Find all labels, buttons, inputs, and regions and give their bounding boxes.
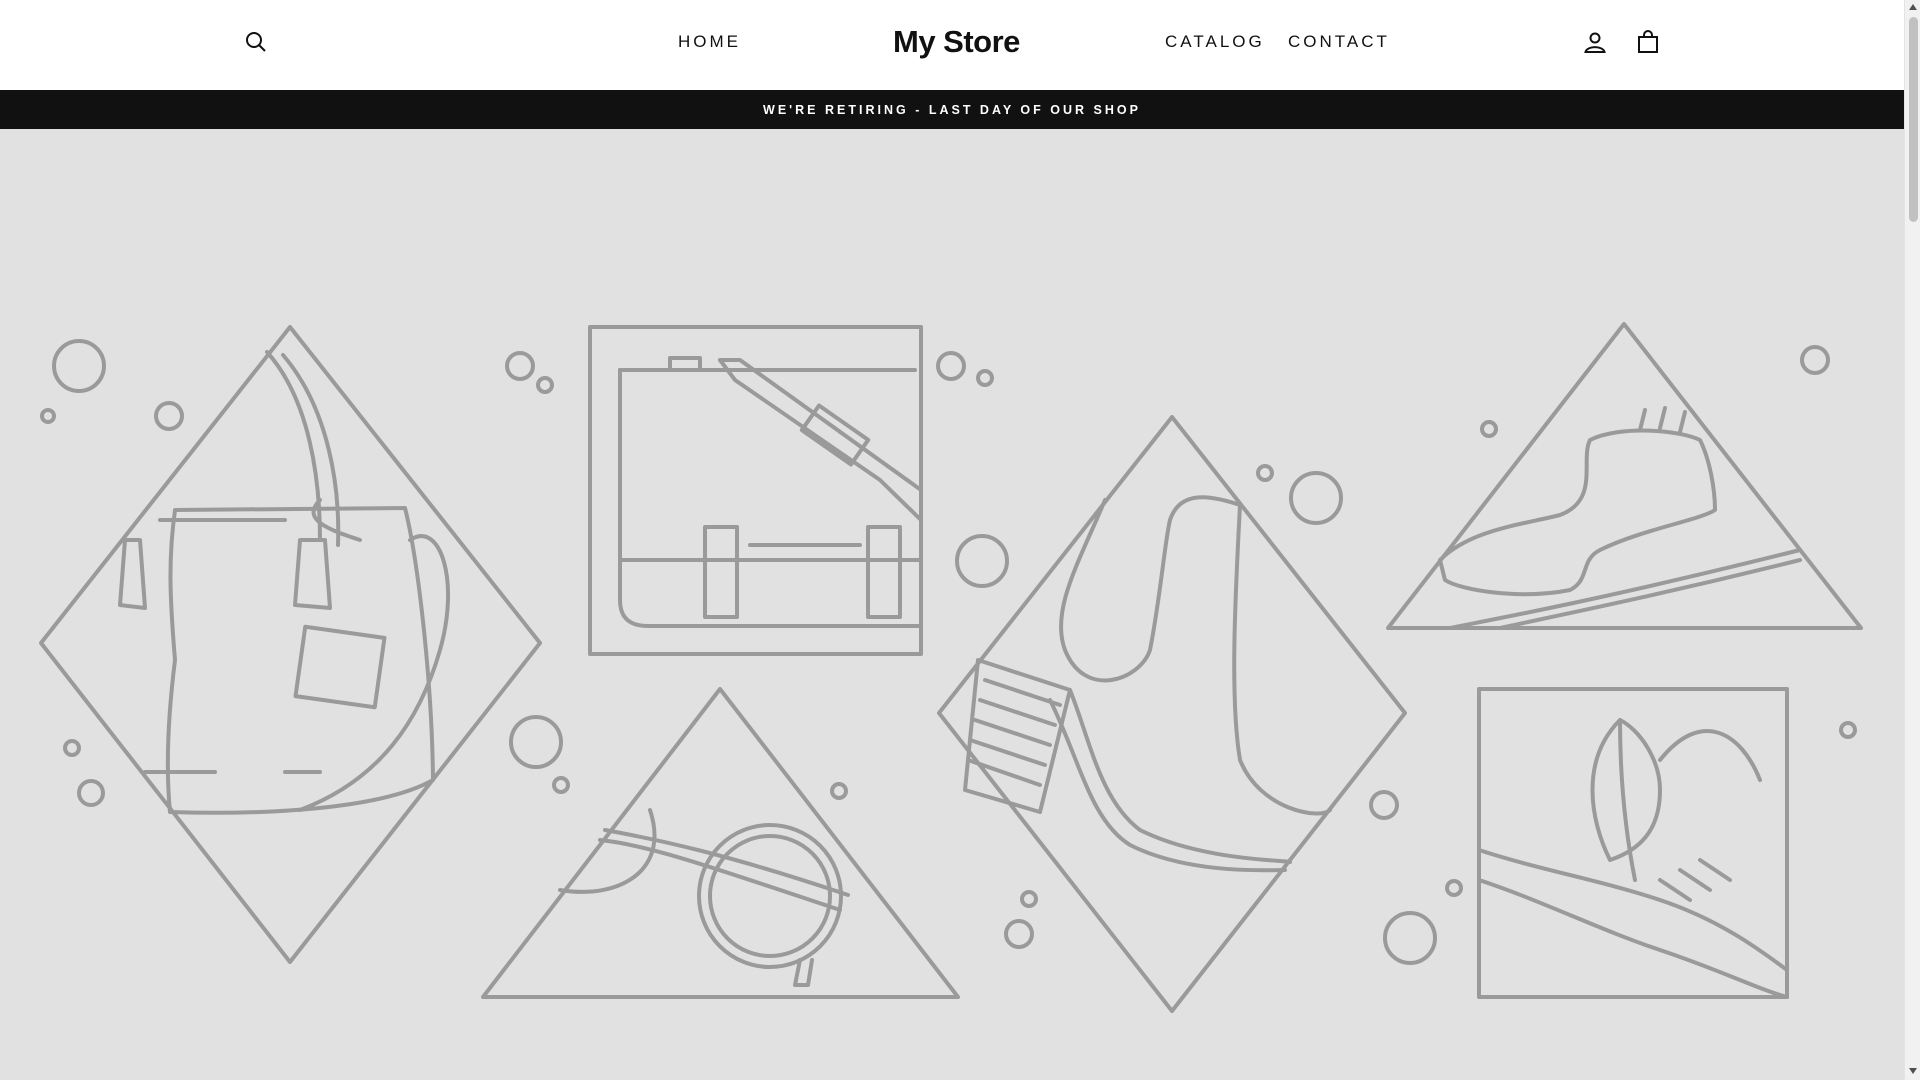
boot-icon [937, 415, 1407, 1013]
sunglasses-icon [481, 687, 960, 999]
announcement-text: WE'RE RETIRING - LAST DAY OF OUR SHOP [763, 102, 1141, 117]
page: HOME My Store CATALOG CONTACT WE'RE RETI… [0, 0, 1904, 1080]
scroll-down-icon[interactable] [1909, 1068, 1917, 1074]
scroll-thumb[interactable] [1909, 17, 1918, 222]
scroll-up-icon[interactable] [1909, 4, 1917, 10]
site-header: HOME My Store CATALOG CONTACT [0, 0, 1904, 90]
hero-illustration [39, 322, 1863, 1013]
store-logo[interactable]: My Store [893, 24, 1020, 60]
search-icon[interactable] [241, 27, 271, 57]
handbag-icon [39, 325, 542, 964]
nav-catalog[interactable]: CATALOG [1165, 32, 1265, 52]
messenger-bag-icon [505, 325, 994, 656]
brogue-shoe-icon [1386, 322, 1863, 630]
hat-feather-icon [1383, 687, 1857, 999]
nav-home[interactable]: HOME [678, 32, 741, 52]
shopping-bag-icon[interactable] [1633, 27, 1663, 57]
announcement-bar[interactable]: WE'RE RETIRING - LAST DAY OF OUR SHOP [0, 90, 1904, 129]
nav-contact[interactable]: CONTACT [1288, 32, 1390, 52]
hero-banner [0, 129, 1904, 1080]
scrollbar[interactable] [1904, 0, 1920, 1080]
user-icon[interactable] [1580, 27, 1610, 57]
